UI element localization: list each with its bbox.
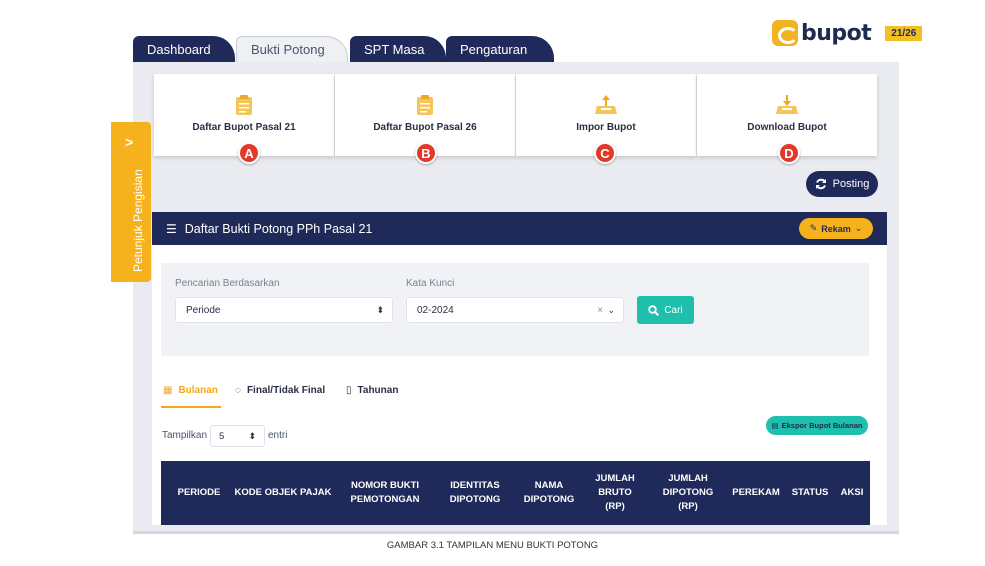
download-tray-icon: [776, 95, 798, 114]
posting-label: Posting: [832, 178, 870, 190]
file-icon: ▤: [771, 421, 779, 430]
tab-pengaturan[interactable]: Pengaturan: [446, 36, 554, 62]
cari-button[interactable]: Cari: [637, 296, 694, 324]
card-label: Impor Bupot: [576, 122, 636, 133]
chevron-right-icon: >: [125, 134, 134, 150]
section-title: Daftar Bukti Potong PPh Pasal 21: [184, 221, 373, 236]
select-arrow-icon: ⬍: [376, 304, 384, 315]
th-identitas-dipotong[interactable]: IDENTITAS DIPOTONG: [441, 461, 509, 525]
th-kode-objek-pajak[interactable]: KODE OBJEK PAJAK: [233, 461, 333, 525]
chevron-down-icon: ⌄: [854, 223, 863, 233]
marker-a: A: [238, 142, 260, 164]
page-size-select[interactable]: 5 ⬍: [210, 425, 265, 447]
rekam-button[interactable]: ✎ Rekam ⌄: [799, 218, 873, 239]
clear-icon[interactable]: ×: [597, 305, 603, 316]
calendar-icon: ▦: [163, 385, 173, 396]
posting-button[interactable]: Posting: [806, 171, 878, 197]
clipboard-icon: [236, 95, 252, 115]
tab-bulanan[interactable]: ▦ Bulanan: [163, 385, 218, 396]
search-by-label: Pencarian Berdasarkan: [175, 278, 280, 289]
figure-caption: GAMBAR 3.1 TAMPILAN MENU BUKTI POTONG: [386, 540, 599, 551]
bookmark-icon: ▯: [346, 385, 352, 396]
th-jumlah-dipotong[interactable]: JUMLAH DIPOTONG (RP): [653, 461, 723, 525]
show-suffix: entri: [268, 430, 288, 441]
tab-spt-masa[interactable]: SPT Masa: [350, 36, 446, 62]
tab-label: Bulanan: [178, 385, 218, 396]
marker-b: B: [415, 142, 437, 164]
active-tab-indicator: [161, 406, 221, 408]
keyword-value: 02-2024: [417, 304, 454, 316]
th-periode[interactable]: PERIODE: [171, 461, 227, 525]
bell-icon: ◌: [235, 385, 241, 396]
card-label: Download Bupot: [747, 122, 827, 133]
bupot-logo: bupot 21/26: [772, 18, 923, 48]
keyword-select[interactable]: 02-2024 × ⌄: [406, 297, 624, 323]
th-jumlah-bruto[interactable]: JUMLAH BRUTO (RP): [587, 461, 643, 525]
tab-label: Tahunan: [357, 385, 399, 396]
tab-bukti-potong[interactable]: Bukti Potong: [236, 36, 348, 62]
card-label: Daftar Bupot Pasal 26: [373, 122, 477, 133]
marker-c: C: [594, 142, 616, 164]
search-icon: [648, 304, 660, 316]
tab-dashboard[interactable]: Dashboard: [133, 36, 235, 62]
bupot-logo-icon: [772, 20, 798, 46]
ekspor-label: Ekspor Bupot Bulanan: [781, 421, 863, 430]
side-tab-label: Petunjuk Pengisian: [131, 169, 145, 272]
list-icon: ☰: [166, 221, 177, 236]
th-nama-dipotong[interactable]: NAMA DIPOTONG: [517, 461, 581, 525]
card-label: Daftar Bupot Pasal 21: [192, 122, 296, 133]
select-arrow-icon: ⬍: [248, 430, 256, 441]
chevron-down-icon: ⌄: [607, 304, 615, 315]
tab-tahunan[interactable]: ▯ Tahunan: [346, 385, 398, 396]
ekspor-bupot-bulanan-button[interactable]: ▤ Ekspor Bupot Bulanan: [766, 416, 868, 435]
clipboard-icon: [417, 95, 433, 115]
upload-tray-icon: [595, 95, 617, 114]
section-header: ☰ Daftar Bukti Potong PPh Pasal 21 ✎ Rek…: [152, 212, 887, 245]
page-size-value: 5: [219, 430, 225, 442]
show-prefix: Tampilkan: [162, 430, 208, 441]
marker-d: D: [778, 142, 800, 164]
tab-final-tidak-final[interactable]: ◌ Final/Tidak Final: [235, 385, 325, 396]
refresh-icon: [815, 178, 826, 190]
logo-text: bupot: [801, 20, 872, 46]
cari-label: Cari: [664, 304, 683, 316]
rekam-label: Rekam: [821, 223, 851, 234]
edit-icon: ✎: [809, 223, 818, 233]
keyword-label: Kata Kunci: [406, 278, 455, 289]
petunjuk-pengisian-tab[interactable]: > Petunjuk Pengisian: [111, 122, 151, 282]
tab-label: Final/Tidak Final: [246, 385, 326, 396]
th-nomor-bukti[interactable]: NOMOR BUKTI PEMOTONGAN: [345, 461, 425, 525]
search-by-select[interactable]: Periode ⬍: [175, 297, 393, 323]
search-by-value: Periode: [186, 304, 221, 316]
th-aksi[interactable]: AKSI: [837, 461, 867, 525]
table-header: PERIODE KODE OBJEK PAJAK NOMOR BUKTI PEM…: [161, 461, 870, 525]
period-badge: 21/26: [885, 25, 923, 41]
th-perekam[interactable]: PEREKAM: [729, 461, 783, 525]
th-status[interactable]: STATUS: [787, 461, 833, 525]
